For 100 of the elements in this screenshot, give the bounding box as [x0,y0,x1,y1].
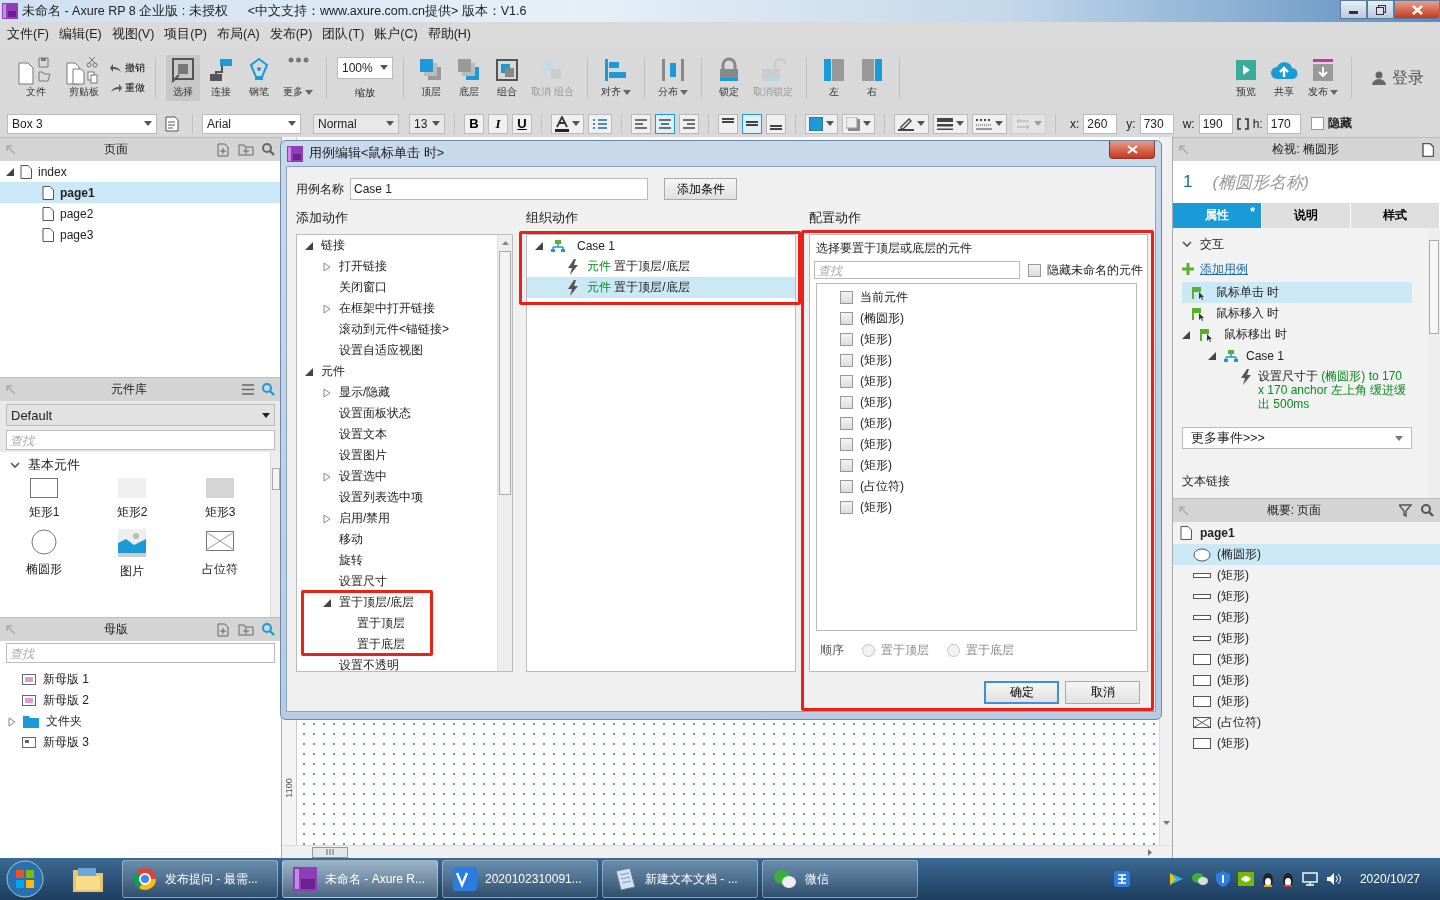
menu-item[interactable]: 视图(V) [106,25,160,43]
taskbar-button[interactable]: 微信 [762,860,918,898]
more-events-dropdown[interactable]: 更多事件>>> [1182,427,1412,449]
menu-item[interactable]: 发布(P) [264,25,318,43]
outline-item[interactable]: (矩形) [1173,691,1440,712]
action-item[interactable]: 启用/禁用 [323,511,391,526]
valign-button[interactable] [742,113,762,134]
action-item[interactable]: 元件 置于顶层/底层 [527,256,795,277]
action-item[interactable]: 设置面板状态 [323,406,411,421]
checkbox[interactable] [840,375,853,388]
menu-item[interactable]: 账户(C) [369,25,423,43]
toolbar-button[interactable]: 预览 [1229,55,1263,101]
menu-item[interactable]: 团队(T) [317,25,370,43]
outline-page[interactable]: page1 [1173,522,1440,544]
widget-name-field[interactable]: Box 3 [7,113,157,134]
close-button[interactable] [1394,0,1440,19]
event-item[interactable]: 鼠标移出 时 [1182,324,1412,345]
toolbar-button[interactable]: 文件 [14,55,58,101]
coordinate-field[interactable]: 260 [1083,113,1118,134]
page-item[interactable]: page2 [0,203,281,224]
toolbar-button[interactable]: 连接 [204,55,238,101]
toolbar-button[interactable]: 顶层 [414,55,448,101]
action-item[interactable]: 设置图片 [323,448,387,463]
toolbar-button[interactable]: 组合 [490,55,524,101]
hidden-checkbox[interactable] [1310,117,1324,130]
event-item[interactable]: 鼠标移入 时 [1182,303,1412,324]
action-item[interactable]: 移动 [323,532,363,547]
bold-button[interactable]: B [464,113,484,134]
taskbar-button[interactable]: 2020102310091... [442,860,598,898]
font-field[interactable]: Arial [202,113,301,134]
checkbox[interactable] [840,291,853,304]
close-button[interactable] [1109,141,1155,159]
text-color-button[interactable] [551,113,584,134]
action-item[interactable]: 打开链接 [323,259,387,274]
toolbar-button[interactable]: 剪贴板 [62,55,106,101]
action-item[interactable]: 元件 置于顶层/底层 [527,277,795,298]
underline-button[interactable]: U [512,113,532,134]
checkbox[interactable] [1028,263,1041,277]
action-item[interactable]: 置于顶层/底层 [323,595,415,610]
action-item[interactable]: 设置尺寸 [323,574,387,589]
font-weight-field[interactable]: Normal [313,113,399,134]
checkbox[interactable] [840,480,853,493]
widget-item[interactable]: 椭圆形 [0,529,88,580]
add-condition-button[interactable]: 添加条件 [664,178,737,200]
toolbar-button[interactable]: 选择 [166,55,200,101]
checkbox[interactable] [840,459,853,472]
section-header[interactable]: 基本元件 [0,452,270,478]
action-item[interactable]: 置于顶层 [341,616,405,631]
ok-button[interactable]: 确定 [984,681,1059,704]
library-dropdown[interactable]: Default [6,404,275,426]
section-header[interactable]: 交互 [1182,234,1418,254]
cancel-button[interactable]: 取消 [1065,681,1140,704]
outline-item[interactable]: (矩形) [1173,670,1440,691]
valign-button[interactable] [718,113,738,134]
italic-button[interactable]: I [488,113,508,134]
redo-button[interactable]: 重做 [110,81,145,95]
toolbar-button[interactable]: 发布 [1305,55,1341,101]
action-item[interactable]: 链接 [305,238,345,253]
scrollbar-thumb[interactable] [499,251,511,495]
bullet-list-button[interactable] [588,113,612,134]
outline-item[interactable]: (椭圆形) [1173,544,1440,565]
menu-item[interactable]: 项目(P) [159,25,212,43]
scrollbar-thumb[interactable] [272,468,280,490]
font-size-field[interactable]: 13 [409,113,445,134]
action-item[interactable]: 滚动到元件<锚链接> [323,322,449,337]
minimize-button[interactable] [1340,0,1367,19]
page-item[interactable]: index [0,161,281,182]
coordinate-field[interactable]: 190 [1198,113,1233,134]
menu-item[interactable]: 文件(F) [2,25,54,43]
event-item[interactable]: 鼠标单击 时 [1182,282,1412,303]
master-item[interactable]: 新母版 2 [0,690,281,711]
toolbar-button[interactable]: 钢笔 [242,55,276,101]
action-item[interactable]: 置于底层 [341,637,405,652]
toolbar-button[interactable]: 底层 [452,55,486,101]
menu-item[interactable]: 布局(A) [212,25,265,43]
checkbox[interactable] [840,501,853,514]
zoom-field[interactable]: 100% [337,56,393,79]
toolbar-button[interactable]: 锁定 [711,55,746,101]
action-item[interactable]: 设置文本 [323,427,387,442]
outline-item[interactable]: (矩形) [1173,649,1440,670]
checkbox[interactable] [840,333,853,346]
action-item[interactable]: 旋转 [323,553,363,568]
fill-color-button[interactable] [805,113,838,134]
widget-item[interactable]: 矩形1 [0,478,88,521]
case-name-field[interactable]: Case 1 [350,178,648,200]
align-button[interactable] [655,113,675,134]
outline-item[interactable]: (矩形) [1173,628,1440,649]
widget-item[interactable]: 占位符 [176,529,264,580]
action-item[interactable]: 关闭窗口 [323,280,387,295]
outline-item[interactable]: (矩形) [1173,565,1440,586]
toolbar-button[interactable]: 分布 [654,55,691,101]
widget-item[interactable]: 图片 [88,529,176,580]
undo-button[interactable]: 撤销 [110,61,145,75]
action-item[interactable]: 设置自适应视图 [323,343,423,358]
valign-button[interactable] [766,113,786,134]
action-item[interactable]: 设置不透明 [323,658,399,671]
line-weight-button[interactable] [933,113,968,134]
checkbox[interactable] [840,438,853,451]
widget-item[interactable]: 矩形2 [88,478,176,521]
scrollbar-thumb[interactable] [312,846,348,858]
